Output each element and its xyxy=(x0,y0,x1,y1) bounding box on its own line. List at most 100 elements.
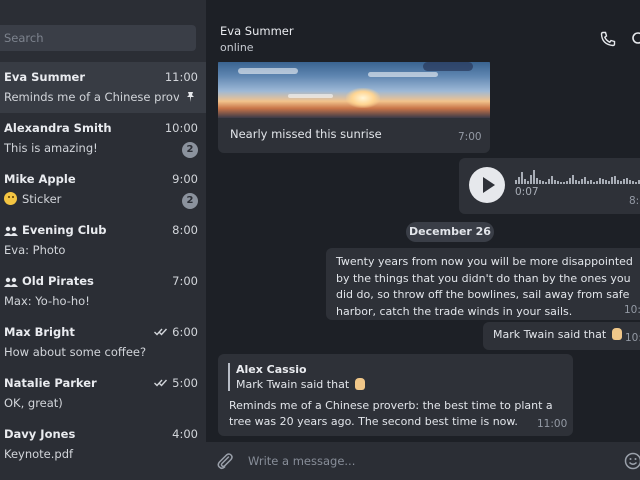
chat-time-text: 5:00 xyxy=(172,376,198,390)
reply-quote[interactable]: Alex Cassio Mark Twain said that xyxy=(228,363,365,391)
contact-name[interactable]: Eva Summer xyxy=(220,24,294,38)
waveform-bar xyxy=(596,181,598,184)
voice-waveform[interactable] xyxy=(515,170,640,184)
waveform-bar xyxy=(608,181,610,184)
waveform-bar xyxy=(632,181,634,184)
chat-preview: Keynote.pdf xyxy=(4,447,74,461)
chat-item-mike-apple[interactable]: Mike Apple 9:00 Sticker 2 xyxy=(0,164,206,215)
pointing-hand-emoji-icon xyxy=(611,328,622,340)
smile-emoji-icon xyxy=(4,192,17,205)
chat-item-max-bright[interactable]: Max Bright 6:00 How about some coffee? xyxy=(0,317,206,368)
waveform-bar xyxy=(578,181,580,184)
chat-preview: Max: Yo-ho-ho! xyxy=(4,294,90,308)
group-icon xyxy=(4,276,18,290)
waveform-bar xyxy=(521,172,523,184)
waveform-bar xyxy=(629,180,631,184)
chat-name: Max Bright xyxy=(4,325,75,339)
paperclip-icon[interactable] xyxy=(216,452,234,473)
chat-name: Mike Apple xyxy=(4,172,76,186)
chat-time: 6:00 xyxy=(154,325,198,339)
outgoing-message[interactable]: Twenty years from now you will be more d… xyxy=(326,248,640,320)
photo-cloud xyxy=(238,68,298,74)
chat-time: 9:00 xyxy=(172,172,198,186)
waveform-bar xyxy=(626,178,628,184)
incoming-reply-message[interactable]: Alex Cassio Mark Twain said that Reminds… xyxy=(218,354,573,436)
group-icon xyxy=(4,225,18,239)
waveform-bar xyxy=(518,177,520,184)
chat-name-text: Evening Club xyxy=(22,223,107,237)
chat-header: Eva Summer online xyxy=(206,0,640,62)
chat-item-davy-jones[interactable]: Davy Jones 4:00 Keynote.pdf xyxy=(0,419,206,470)
voice-message[interactable]: 0:07 8: xyxy=(459,158,640,214)
chat-preview-text: Sticker xyxy=(22,192,62,206)
waveform-bar xyxy=(557,181,559,184)
chat-name: Alexandra Smith xyxy=(4,121,112,135)
waveform-bar xyxy=(563,182,565,184)
chat-time: 5:00 xyxy=(154,376,198,390)
voice-duration: 0:07 xyxy=(515,186,539,198)
waveform-bar xyxy=(566,181,568,184)
search-input[interactable]: Search xyxy=(0,25,196,51)
chat-time: 11:00 xyxy=(164,70,198,84)
waveform-bar xyxy=(575,180,577,184)
waveform-bar xyxy=(530,175,532,184)
message-list[interactable]: Nearly missed this sunrise 7:00 0:07 8: … xyxy=(206,62,640,442)
chat-item-old-pirates[interactable]: Old Pirates 7:00 Max: Yo-ho-ho! xyxy=(0,266,206,317)
waveform-bar xyxy=(515,180,517,184)
reply-author: Alex Cassio xyxy=(236,363,307,376)
chat-preview: Reminds me of a Chinese prover... xyxy=(4,90,179,104)
waveform-bar xyxy=(599,178,601,184)
chat-name-text: Old Pirates xyxy=(22,274,94,288)
message-time: 11:00 xyxy=(537,418,568,430)
chat-item-alexandra-smith[interactable]: Alexandra Smith 10:00 This is amazing! 2 xyxy=(0,113,206,164)
search-icon[interactable] xyxy=(631,31,640,50)
photo-sun xyxy=(346,88,380,108)
unread-badge: 2 xyxy=(182,193,198,209)
waveform-bar xyxy=(614,176,616,184)
unread-badge: 2 xyxy=(182,142,198,158)
reply-snippet: Mark Twain said that xyxy=(236,378,365,391)
waveform-bar xyxy=(605,180,607,184)
waveform-bar xyxy=(560,182,562,184)
chat-name: Eva Summer xyxy=(4,70,86,84)
chat-time: 7:00 xyxy=(172,274,198,288)
waveform-bar xyxy=(590,180,592,184)
message-text: Mark Twain said that xyxy=(493,328,622,341)
play-icon[interactable] xyxy=(469,167,505,203)
chat-item-eva-summer[interactable]: Eva Summer 11:00 Reminds me of a Chinese… xyxy=(0,62,206,113)
chat-list-sidebar: Search Eva Summer 11:00 Reminds me of a … xyxy=(0,0,206,480)
waveform-bar xyxy=(623,179,625,184)
waveform-bar xyxy=(524,179,526,184)
chat-time: 10:00 xyxy=(164,121,198,135)
waveform-bar xyxy=(620,181,622,184)
chat-preview: Eva: Photo xyxy=(4,243,66,257)
chat-item-evening-club[interactable]: Evening Club 8:00 Eva: Photo xyxy=(0,215,206,266)
waveform-bar xyxy=(539,180,541,184)
chat-name: Natalie Parker xyxy=(4,376,97,390)
outgoing-message[interactable]: Mark Twain said that 10: xyxy=(483,322,640,350)
photo-cloud xyxy=(368,72,438,77)
waveform-bar xyxy=(551,176,553,184)
phone-icon[interactable] xyxy=(600,31,616,50)
message-composer xyxy=(206,442,640,480)
sunrise-photo[interactable] xyxy=(218,62,490,118)
chat-time-text: 6:00 xyxy=(172,325,198,339)
photo-caption: Nearly missed this sunrise xyxy=(230,127,382,141)
waveform-bar xyxy=(611,177,613,184)
message-time: 7:00 xyxy=(458,131,482,143)
photo-message[interactable]: Nearly missed this sunrise 7:00 xyxy=(218,62,490,153)
waveform-bar xyxy=(536,178,538,184)
waveform-bar xyxy=(581,179,583,184)
emoji-icon[interactable] xyxy=(624,452,640,473)
message-text: Twenty years from now you will be more d… xyxy=(336,255,633,318)
message-text: Reminds me of a Chinese proverb: the bes… xyxy=(229,399,553,428)
waveform-bar xyxy=(569,178,571,184)
chat-name: Old Pirates xyxy=(4,274,94,290)
waveform-bar xyxy=(572,175,574,184)
chat-time: 8:00 xyxy=(172,223,198,237)
pin-icon xyxy=(185,91,196,106)
waveform-bar xyxy=(593,182,595,184)
message-input[interactable] xyxy=(248,450,618,472)
chat-preview: This is amazing! xyxy=(4,141,98,155)
chat-item-natalie-parker[interactable]: Natalie Parker 5:00 OK, great) xyxy=(0,368,206,419)
